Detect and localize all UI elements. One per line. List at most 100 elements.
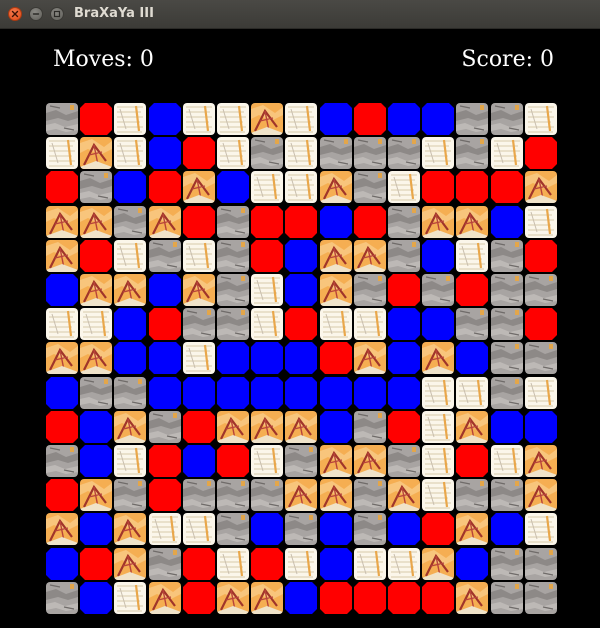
tile-gray-stone[interactable] [46,445,78,477]
tile-blue[interactable] [148,103,181,135]
tile-gray-stone[interactable] [217,308,249,341]
tile-gray-stone[interactable] [285,513,318,546]
tile-gray-stone[interactable] [490,274,523,306]
tile-orange-feather[interactable] [182,171,215,204]
tile-gray-stone[interactable] [148,239,181,272]
tile-white-paper[interactable] [524,513,557,546]
tile-white-paper[interactable] [251,274,284,306]
tile-white-paper[interactable] [285,137,318,170]
tile-orange-feather[interactable] [80,479,113,512]
tile-blue[interactable] [251,342,284,375]
tile-blue[interactable] [46,547,78,580]
tile-blue[interactable] [285,342,318,375]
tile-white-paper[interactable] [490,445,523,477]
tile-blue[interactable] [217,376,249,409]
tile-gray-stone[interactable] [80,376,113,409]
tile-gray-stone[interactable] [388,137,420,170]
tile-orange-feather[interactable] [388,479,420,512]
tile-white-paper[interactable] [114,137,147,170]
tile-gray-stone[interactable] [490,376,523,409]
tile-orange-feather[interactable] [46,205,78,238]
tile-gray-stone[interactable] [251,479,284,512]
tile-white-paper[interactable] [46,137,78,170]
tile-white-paper[interactable] [217,103,249,135]
tile-gray-stone[interactable] [388,205,420,238]
tile-blue[interactable] [353,376,386,409]
tile-red[interactable] [251,239,284,272]
tile-orange-feather[interactable] [422,547,455,580]
tile-white-paper[interactable] [46,308,78,341]
tile-blue[interactable] [456,342,489,375]
tile-orange-feather[interactable] [251,103,284,135]
tile-gray-stone[interactable] [524,547,557,580]
tile-gray-stone[interactable] [353,274,386,306]
tile-orange-feather[interactable] [80,205,113,238]
tile-blue[interactable] [114,342,147,375]
tile-red[interactable] [80,239,113,272]
tile-blue[interactable] [114,171,147,204]
tile-white-paper[interactable] [182,239,215,272]
tile-white-paper[interactable] [217,547,249,580]
tile-gray-stone[interactable] [217,274,249,306]
tile-orange-feather[interactable] [182,274,215,306]
tile-gray-stone[interactable] [524,581,557,614]
tile-blue[interactable] [388,103,420,135]
tile-blue[interactable] [388,513,420,546]
tile-blue[interactable] [388,308,420,341]
tile-orange-feather[interactable] [217,410,249,443]
tile-gray-stone[interactable] [46,581,78,614]
tile-gray-stone[interactable] [490,547,523,580]
tile-gray-stone[interactable] [114,376,147,409]
tile-red[interactable] [524,239,557,272]
tile-orange-feather[interactable] [353,342,386,375]
tile-orange-feather[interactable] [353,445,386,477]
tile-red[interactable] [80,103,113,135]
tile-gray-stone[interactable] [148,547,181,580]
tile-blue[interactable] [388,342,420,375]
tile-red[interactable] [490,171,523,204]
tile-red[interactable] [148,445,181,477]
tile-orange-feather[interactable] [319,274,352,306]
maximize-window-button[interactable] [50,7,64,21]
tile-white-paper[interactable] [353,547,386,580]
tile-white-paper[interactable] [114,445,147,477]
tile-gray-stone[interactable] [490,342,523,375]
tile-red[interactable] [456,171,489,204]
tile-white-paper[interactable] [80,308,113,341]
tile-orange-feather[interactable] [285,410,318,443]
tile-gray-stone[interactable] [490,308,523,341]
tile-gray-stone[interactable] [80,171,113,204]
tile-orange-feather[interactable] [46,239,78,272]
tile-blue[interactable] [148,376,181,409]
tile-red[interactable] [148,479,181,512]
tile-red[interactable] [422,513,455,546]
tile-orange-feather[interactable] [114,274,147,306]
tile-blue[interactable] [285,239,318,272]
minimize-window-button[interactable] [29,7,43,21]
tile-blue[interactable] [80,513,113,546]
tile-gray-stone[interactable] [114,205,147,238]
tile-white-paper[interactable] [114,239,147,272]
tile-red[interactable] [388,410,420,443]
tile-red[interactable] [388,581,420,614]
tile-blue[interactable] [422,103,455,135]
tile-blue[interactable] [46,376,78,409]
tile-orange-feather[interactable] [80,274,113,306]
tile-gray-stone[interactable] [251,137,284,170]
tile-blue[interactable] [46,274,78,306]
tile-blue[interactable] [490,410,523,443]
tile-orange-feather[interactable] [456,205,489,238]
tile-red[interactable] [182,410,215,443]
tile-red[interactable] [217,445,249,477]
tile-gray-stone[interactable] [114,479,147,512]
tile-blue[interactable] [182,445,215,477]
tile-white-paper[interactable] [422,410,455,443]
tile-red[interactable] [524,137,557,170]
tile-orange-feather[interactable] [524,445,557,477]
tile-blue[interactable] [524,410,557,443]
tile-red[interactable] [46,410,78,443]
tile-blue[interactable] [251,513,284,546]
tile-white-paper[interactable] [422,479,455,512]
tile-white-paper[interactable] [353,308,386,341]
tile-white-paper[interactable] [422,137,455,170]
